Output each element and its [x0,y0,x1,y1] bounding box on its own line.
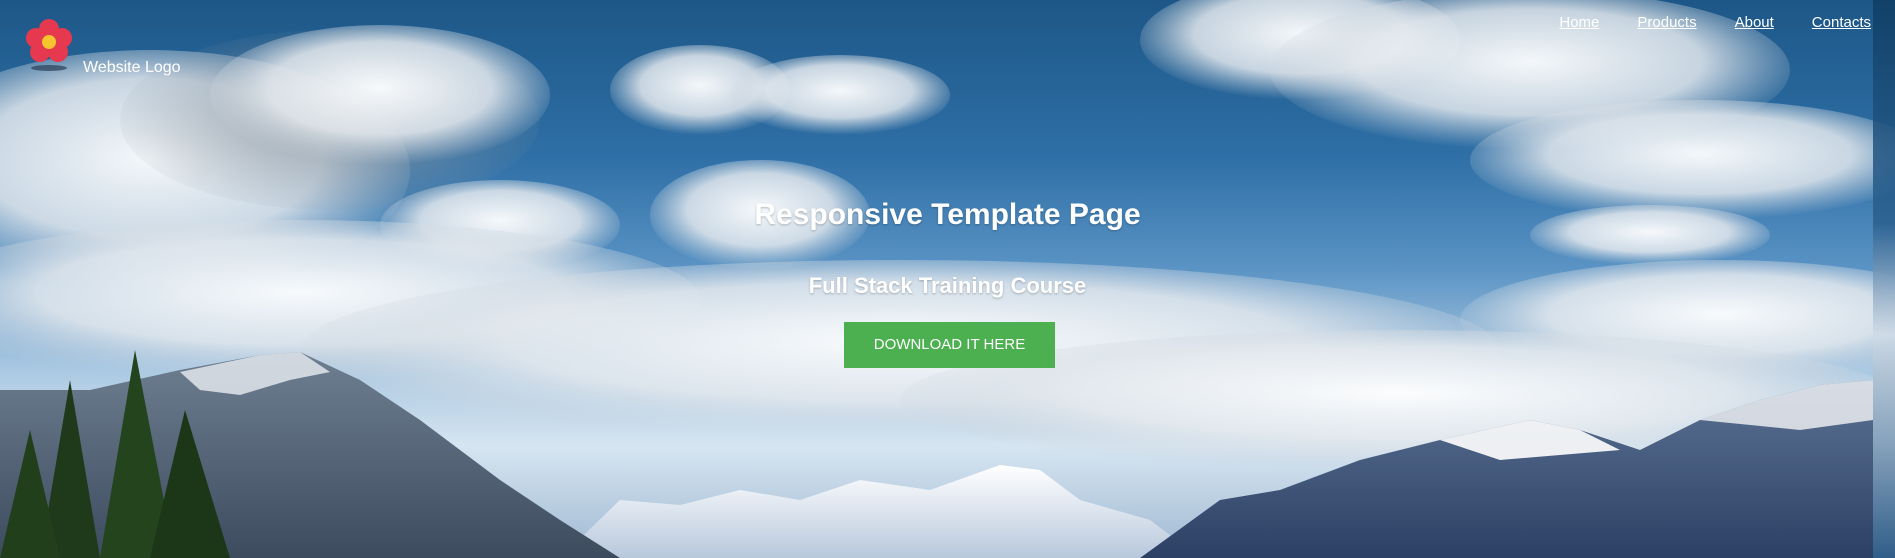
logo-text: Website Logo [83,59,181,76]
page-subtitle: Full Stack Training Course [808,273,1087,298]
hero-section: Website Logo Home Products About Contact… [0,0,1895,558]
nav-contacts[interactable]: Contacts [1812,14,1871,31]
flower-icon[interactable] [24,18,74,74]
main-nav: Home Products About Contacts [1559,14,1871,31]
download-button[interactable]: DOWNLOAD IT HERE [844,322,1055,368]
nav-home[interactable]: Home [1559,14,1599,31]
page-title: Responsive Template Page [754,198,1141,231]
nav-about[interactable]: About [1735,14,1774,31]
nav-products[interactable]: Products [1637,14,1696,31]
